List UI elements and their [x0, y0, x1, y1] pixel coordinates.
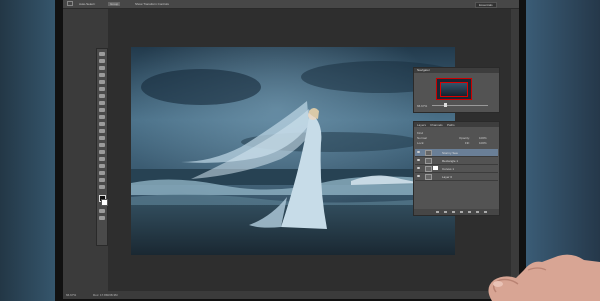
lock-fill-row: Lock: Fill: 100%: [417, 141, 495, 145]
layer-mask-thumbnail[interactable]: [433, 166, 438, 170]
tools-panel: [96, 48, 108, 246]
layer-thumbnail: [425, 150, 432, 156]
brush-tool-icon[interactable]: [99, 101, 105, 105]
layer-name: Stormy Sea: [442, 151, 458, 155]
hand-photo: [488, 254, 600, 301]
layer-name: Layer 0: [442, 175, 453, 179]
fill-value[interactable]: 100%: [479, 141, 487, 145]
background-color-swatch[interactable]: [101, 199, 108, 206]
layers-panel-tabs: Layers Channels Paths: [414, 122, 499, 127]
tab-paths[interactable]: Paths: [447, 123, 455, 127]
marquee-tool-icon[interactable]: [99, 59, 105, 63]
dodge-tool-icon[interactable]: [99, 143, 105, 147]
group-folder-icon[interactable]: [468, 211, 471, 213]
trash-icon[interactable]: [484, 211, 487, 213]
visibility-eye-icon[interactable]: [417, 159, 420, 161]
opacity-label: Opacity:: [459, 136, 471, 140]
navigator-zoom-value[interactable]: 66.67%: [417, 104, 427, 108]
path-selection-tool-icon[interactable]: [99, 164, 105, 168]
layer-row[interactable]: Rectangle 1: [415, 157, 498, 165]
layers-list: Stormy Sea Rectangle 1 Curves 1 Layer 0: [415, 149, 498, 181]
layer-filter-kind[interactable]: Kind: [417, 131, 423, 135]
status-bar: 66.67% Doc: 17.8M/38.3M: [63, 291, 519, 299]
navigator-view-box[interactable]: [440, 82, 468, 97]
navigator-thumbnail[interactable]: [436, 78, 472, 100]
options-bar: Auto-Select: Group Show Transform Contro…: [63, 0, 519, 9]
workspace-dropdown[interactable]: Essentials: [475, 2, 497, 8]
layer-thumbnail: [425, 166, 432, 172]
move-tool-icon[interactable]: [67, 1, 73, 6]
navigator-panel: Navigator 66.67%: [413, 67, 500, 113]
gradient-tool-icon[interactable]: [99, 129, 105, 133]
layer-row[interactable]: Layer 0: [415, 173, 498, 181]
eraser-tool-icon[interactable]: [99, 122, 105, 126]
quick-select-tool-icon[interactable]: [99, 73, 105, 77]
layers-panel: Layers Channels Paths Kind Normal Opacit…: [413, 121, 500, 216]
crop-tool-icon[interactable]: [99, 80, 105, 84]
blend-options-row: Normal Opacity: 100%: [417, 136, 495, 140]
adjustment-layer-icon[interactable]: [460, 211, 463, 213]
layer-thumbnail: [425, 158, 432, 164]
layer-row[interactable]: Curves 1: [415, 165, 498, 173]
layer-name: Curves 1: [442, 167, 455, 171]
show-transform-controls-checkbox[interactable]: Show Transform Controls: [135, 2, 169, 6]
eyedropper-tool-icon[interactable]: [99, 87, 105, 91]
fill-label: Fill:: [465, 141, 470, 145]
navigator-title[interactable]: Navigator: [414, 68, 499, 73]
layer-thumbnail: [425, 174, 432, 180]
visibility-eye-icon[interactable]: [417, 175, 420, 177]
lasso-tool-icon[interactable]: [99, 66, 105, 70]
tab-channels[interactable]: Channels: [430, 123, 443, 127]
layers-panel-footer: [414, 209, 499, 215]
type-tool-icon[interactable]: [99, 157, 105, 161]
move-tool-icon[interactable]: [99, 52, 105, 56]
add-mask-icon[interactable]: [452, 211, 455, 213]
layer-style-icon[interactable]: [444, 211, 447, 213]
layer-filter-row: Kind: [417, 131, 495, 135]
visibility-eye-icon[interactable]: [417, 151, 420, 153]
clone-stamp-tool-icon[interactable]: [99, 108, 105, 112]
screen-mode-icon[interactable]: [99, 216, 105, 220]
quick-mask-icon[interactable]: [99, 209, 105, 213]
blur-tool-icon[interactable]: [99, 136, 105, 140]
blend-mode-dropdown[interactable]: Normal: [417, 136, 427, 140]
lock-label: Lock:: [417, 141, 425, 145]
healing-brush-tool-icon[interactable]: [99, 94, 105, 98]
pen-tool-icon[interactable]: [99, 150, 105, 154]
layer-row[interactable]: Stormy Sea: [415, 149, 498, 157]
auto-select-label: Auto-Select:: [79, 2, 96, 6]
status-doc-size: Doc: 17.8M/38.3M: [93, 293, 118, 297]
hand-tool-icon[interactable]: [99, 178, 105, 182]
auto-select-dropdown[interactable]: Group: [108, 2, 121, 6]
visibility-eye-icon[interactable]: [417, 167, 420, 169]
tab-layers[interactable]: Layers: [417, 123, 426, 127]
history-brush-tool-icon[interactable]: [99, 115, 105, 119]
navigator-zoom-slider-handle[interactable]: [444, 103, 447, 107]
navigator-zoom-slider[interactable]: [432, 105, 488, 106]
status-zoom[interactable]: 66.67%: [66, 293, 76, 297]
new-layer-icon[interactable]: [476, 211, 479, 213]
opacity-value[interactable]: 100%: [479, 136, 487, 140]
shape-tool-icon[interactable]: [99, 171, 105, 175]
document-image-bride-on-stormy-beach[interactable]: [131, 47, 455, 255]
zoom-tool-icon[interactable]: [99, 185, 105, 189]
link-layers-icon[interactable]: [436, 211, 439, 213]
layer-name: Rectangle 1: [442, 159, 459, 163]
photoshop-window: Auto-Select: Group Show Transform Contro…: [63, 0, 519, 299]
